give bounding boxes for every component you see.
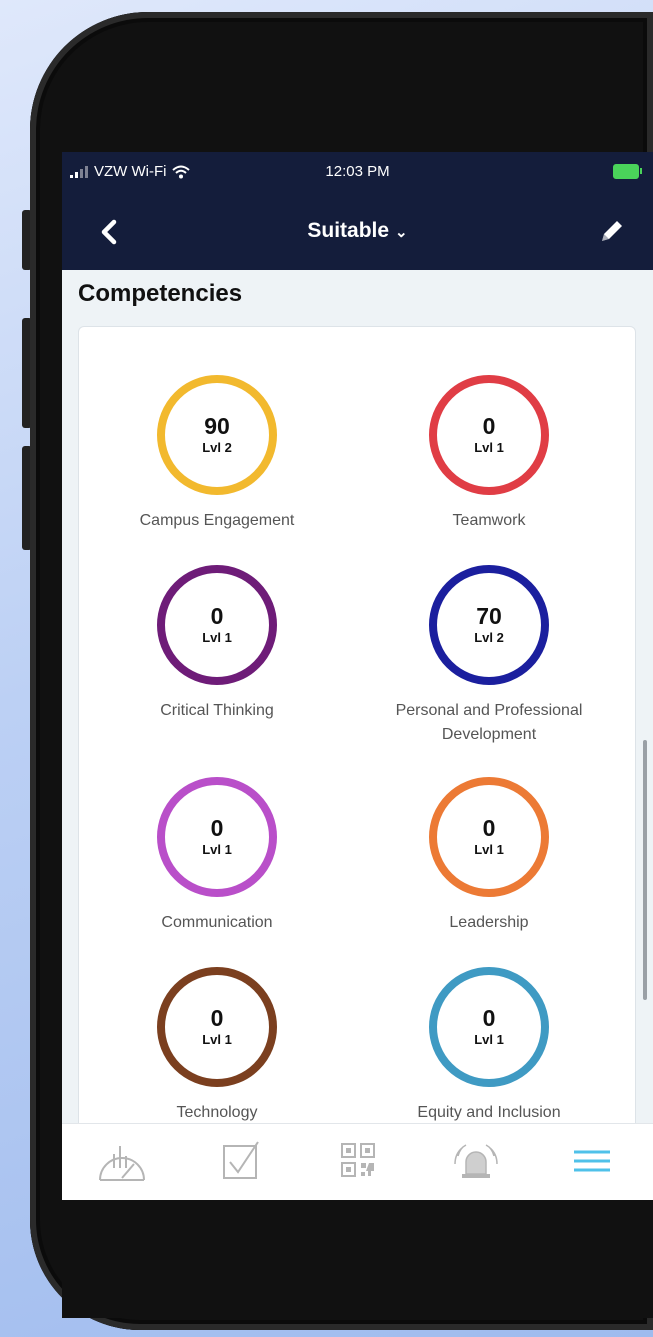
level-label: Lvl 2 [202, 440, 232, 455]
competency-teamwork[interactable]: 0 Lvl 1 Teamwork [359, 375, 619, 533]
competency-label: Technology [176, 1104, 258, 1121]
competencies-card: 90 Lvl 2 Campus Engagement 0 Lvl 1 Teamw… [78, 326, 636, 1148]
level-label: Lvl 1 [474, 1032, 504, 1047]
score-value: 0 [482, 815, 496, 841]
app-screen: VZW Wi-Fi 12:03 PM Suitable ⌄ Competencie… [62, 152, 653, 1200]
competency-equity-inclusion[interactable]: 0 Lvl 1 Equity and Inclusion [359, 967, 619, 1125]
score-value: 0 [210, 1005, 224, 1031]
score-value: 90 [204, 413, 230, 439]
competency-critical-thinking[interactable]: 0 Lvl 1 Critical Thinking [87, 565, 347, 723]
competency-label: Critical Thinking [160, 702, 274, 719]
competency-technology[interactable]: 0 Lvl 1 Technology [87, 967, 347, 1125]
battery-charging-icon [613, 164, 642, 179]
profile-title: Suitable [307, 219, 390, 242]
chevron-down-icon: ⌄ [395, 224, 408, 241]
level-label: Lvl 1 [202, 630, 232, 645]
profile-selector[interactable]: Suitable ⌄ [62, 219, 653, 243]
score-value: 0 [482, 413, 496, 439]
alarm-bell-icon[interactable] [446, 1134, 506, 1190]
qr-code-icon[interactable] [328, 1134, 388, 1190]
phone-bottom-bezel [62, 1200, 653, 1318]
score-value: 0 [482, 1005, 496, 1031]
score-ring: 0 Lvl 1 [157, 777, 277, 897]
score-value: 0 [210, 603, 224, 629]
edit-pencil-icon[interactable] [591, 212, 631, 252]
competency-label: Teamwork [452, 512, 526, 529]
competency-campus-engagement[interactable]: 90 Lvl 2 Campus Engagement [87, 375, 347, 533]
menu-icon[interactable] [562, 1134, 622, 1190]
score-ring: 70 Lvl 2 [429, 565, 549, 685]
competency-communication[interactable]: 0 Lvl 1 Communication [87, 777, 347, 935]
status-time: 12:03 PM [325, 163, 390, 180]
competency-label: Equity and Inclusion [417, 1104, 561, 1121]
score-ring: 90 Lvl 2 [157, 375, 277, 495]
nav-bar: Suitable ⌄ [62, 194, 653, 270]
level-label: Lvl 1 [474, 842, 504, 857]
scrollbar[interactable] [643, 740, 647, 1000]
level-label: Lvl 2 [474, 630, 504, 645]
competency-label: Leadership [449, 914, 529, 931]
score-value: 0 [210, 815, 224, 841]
tab-bar [62, 1123, 653, 1200]
status-bar: VZW Wi-Fi 12:03 PM [62, 152, 653, 194]
score-ring: 0 Lvl 1 [157, 565, 277, 685]
dashboard-gauge-icon[interactable] [92, 1134, 152, 1190]
competency-personal-professional-development[interactable]: 70 Lvl 2 Personal and Professional Devel… [359, 565, 619, 747]
level-label: Lvl 1 [474, 440, 504, 455]
score-ring: 0 Lvl 1 [429, 967, 549, 1087]
checkbox-icon[interactable] [210, 1134, 270, 1190]
score-ring: 0 Lvl 1 [157, 967, 277, 1087]
competency-label: Personal and Professional Development [395, 702, 583, 743]
score-ring: 0 Lvl 1 [429, 375, 549, 495]
competency-label: Campus Engagement [139, 512, 295, 529]
level-label: Lvl 1 [202, 842, 232, 857]
competency-leadership[interactable]: 0 Lvl 1 Leadership [359, 777, 619, 935]
level-label: Lvl 1 [202, 1032, 232, 1047]
section-title: Competencies [78, 280, 243, 307]
content-area[interactable]: Competencies 90 Lvl 2 Campus Engagement … [62, 270, 653, 1148]
score-value: 70 [476, 603, 502, 629]
competency-label: Communication [161, 914, 273, 931]
score-ring: 0 Lvl 1 [429, 777, 549, 897]
